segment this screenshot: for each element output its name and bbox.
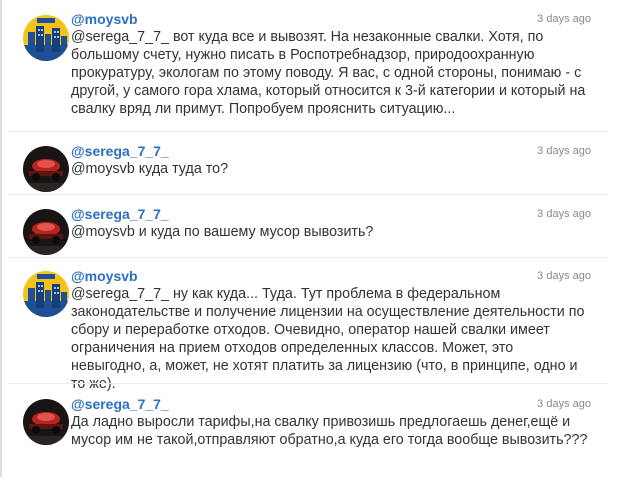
comment-author-link[interactable]: @moysvb	[71, 10, 138, 28]
car-photo-avatar-icon	[23, 399, 69, 445]
comment-divider	[8, 383, 608, 384]
comment-divider	[8, 257, 608, 258]
city-skyline-avatar-icon	[23, 15, 69, 61]
comment-text: Да ладно выросли тарифы,на свалку привоз…	[71, 414, 588, 448]
car-photo-avatar-icon	[23, 146, 69, 192]
comment-timestamp: 3 days ago	[537, 145, 591, 157]
comment-timestamp: 3 days ago	[537, 270, 591, 282]
comment-author-link[interactable]: @serega_7_7_	[71, 205, 169, 223]
comment-timestamp: 3 days ago	[537, 13, 591, 25]
avatar[interactable]	[23, 399, 69, 445]
comment-item: @serega_7_7_ 3 days ago @moysvb куда туд…	[0, 142, 621, 192]
comment-item: @serega_7_7_ 3 days ago @moysvb и куда п…	[0, 205, 621, 255]
comment-item: @moysvb 3 days ago @serega_7_7_ вот куда…	[0, 10, 621, 120]
comment-text: @serega_7_7_ вот куда все и вывозят. На …	[71, 29, 586, 117]
avatar[interactable]	[23, 146, 69, 192]
avatar[interactable]	[23, 271, 69, 317]
comment-item: @moysvb 3 days ago @serega_7_7_ ну как к…	[0, 267, 621, 392]
avatar[interactable]	[23, 209, 69, 255]
comment-timestamp: 3 days ago	[537, 398, 591, 410]
comment-divider	[8, 131, 608, 132]
city-skyline-avatar-icon	[23, 271, 69, 317]
comment-author-link[interactable]: @moysvb	[71, 267, 138, 285]
comment-text: @moysvb куда туда то?	[71, 161, 229, 177]
comment-author-link[interactable]: @serega_7_7_	[71, 395, 169, 413]
avatar[interactable]	[23, 15, 69, 61]
comment-timestamp: 3 days ago	[537, 208, 591, 220]
comment-text: @serega_7_7_ ну как куда... Туда. Тут пр…	[71, 286, 585, 392]
comment-author-link[interactable]: @serega_7_7_	[71, 142, 169, 160]
comment-text: @moysvb и куда по вашему мусор вывозить?	[71, 224, 374, 240]
car-photo-avatar-icon	[23, 209, 69, 255]
comment-divider	[8, 194, 608, 195]
comment-item: @serega_7_7_ 3 days ago Да ладно выросли…	[0, 395, 621, 465]
